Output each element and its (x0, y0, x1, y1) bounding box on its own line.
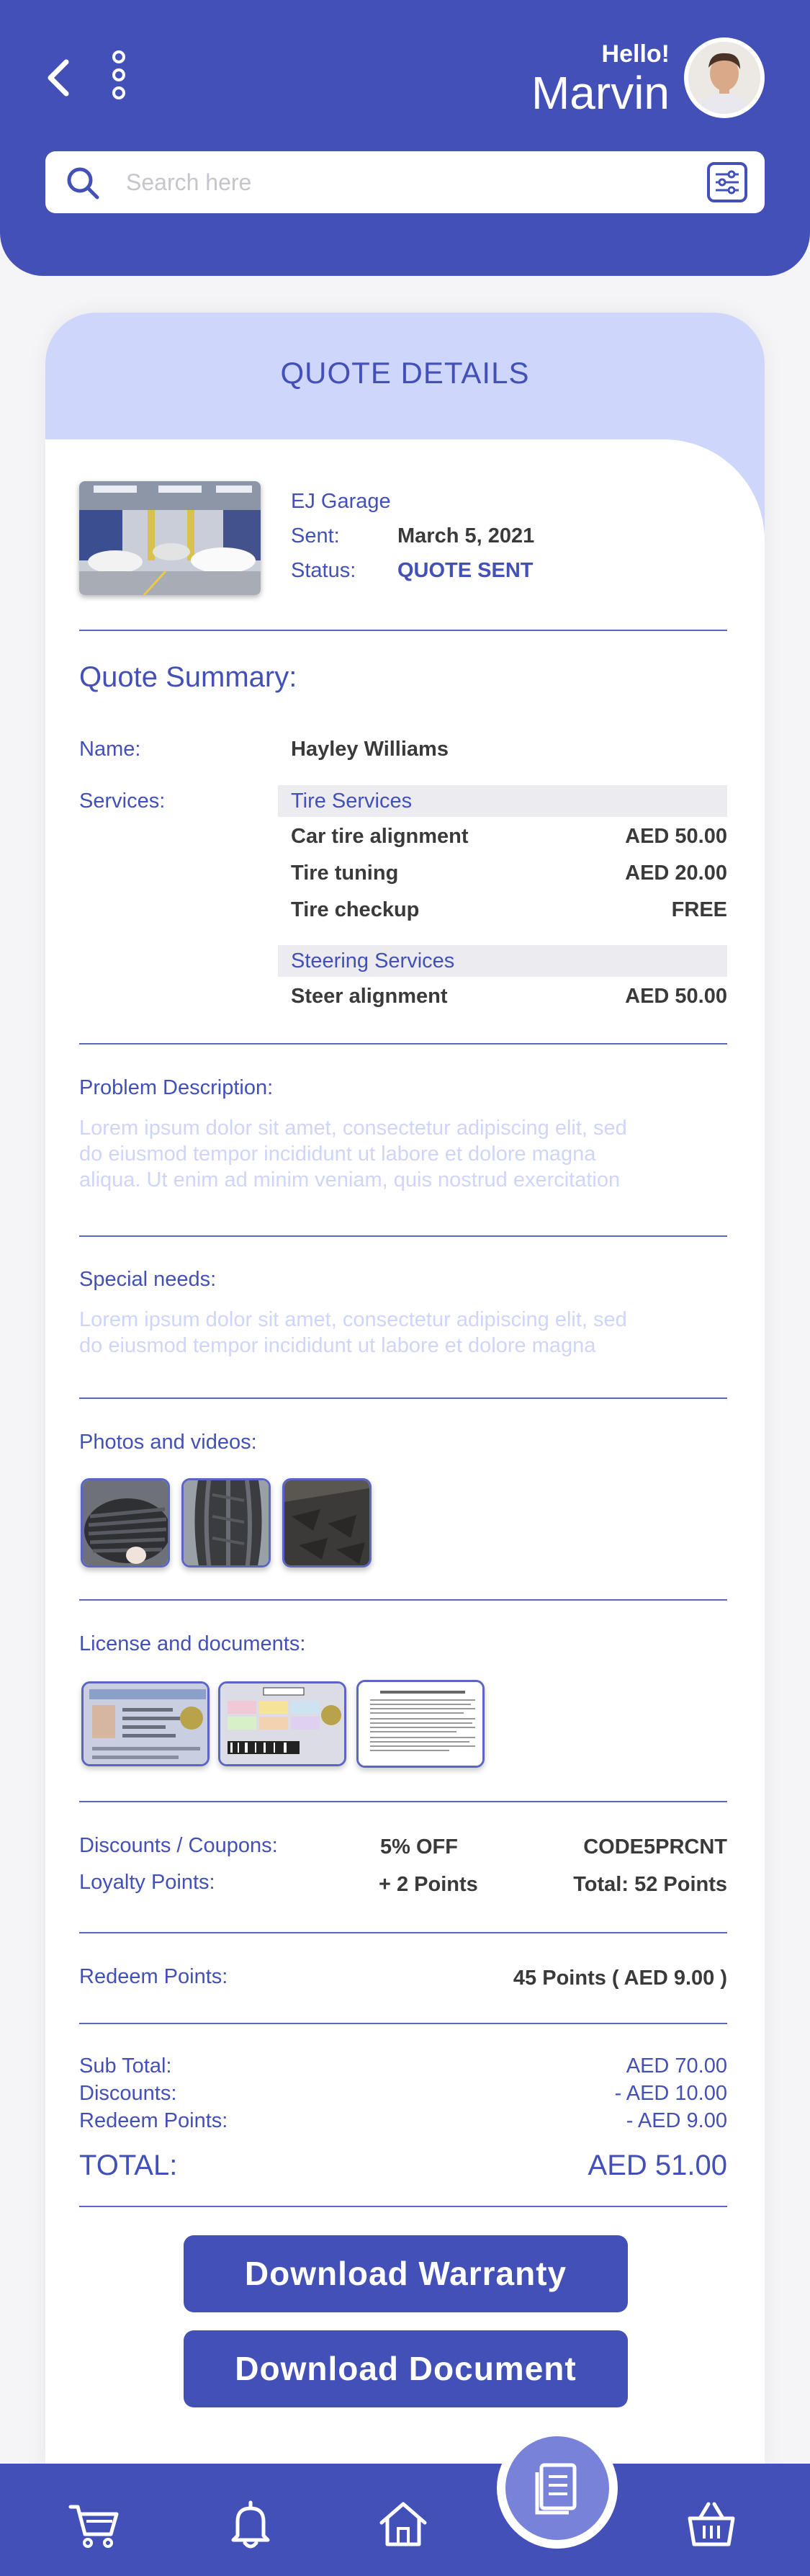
service-name: Tire tuning (291, 862, 399, 885)
divider (79, 2023, 727, 2024)
loyalty-points-label: Loyalty Points: (79, 1871, 215, 1894)
divider (79, 1397, 727, 1399)
divider (79, 1932, 727, 1933)
problem-description-line: Lorem ipsum dolor sit amet, consectetur … (79, 1117, 627, 1140)
redeem-points-value: 45 Points ( AED 9.00 ) (513, 1967, 727, 1990)
service-price: AED 20.00 (625, 862, 727, 885)
user-name: Marvin (531, 67, 670, 119)
special-needs-label: Special needs: (79, 1268, 217, 1291)
loyalty-points-total: Total: 52 Points (573, 1873, 727, 1896)
service-price: FREE (671, 898, 727, 921)
documents-label: License and documents: (79, 1632, 306, 1655)
loyalty-points-earned: + 2 Points (379, 1873, 478, 1896)
home-icon[interactable] (376, 2497, 431, 2552)
redeem-total-value: - AED 9.00 (626, 2109, 727, 2132)
photos-label: Photos and videos: (79, 1431, 257, 1454)
avatar[interactable] (684, 37, 765, 118)
coupon-code: CODE5PRCNT (583, 1835, 727, 1859)
document-icon (535, 2463, 577, 2515)
basket-icon[interactable] (684, 2497, 739, 2552)
subtotal-value: AED 70.00 (626, 2054, 727, 2078)
special-needs-line: do eiusmod tempor incididunt ut labore e… (79, 1334, 596, 1357)
service-name: Steer alignment (291, 985, 448, 1008)
service-name: Tire checkup (291, 898, 420, 921)
service-price: AED 50.00 (625, 985, 727, 1008)
redeem-points-label: Redeem Points: (79, 1965, 228, 1988)
search-bar (45, 151, 765, 213)
greeting: Hello! (601, 40, 670, 68)
problem-description-line: aliqua. Ut enim ad minim veniam, quis no… (79, 1168, 621, 1191)
download-document-button[interactable]: Download Document (184, 2330, 628, 2407)
special-needs-line: Lorem ipsum dolor sit amet, consectetur … (79, 1308, 627, 1331)
photo-thumbnail[interactable] (282, 1478, 372, 1567)
download-warranty-button[interactable]: Download Warranty (184, 2235, 628, 2312)
search-input[interactable] (126, 164, 673, 200)
subtotal-label: Sub Total: (79, 2054, 172, 2078)
problem-description-label: Problem Description: (79, 1076, 274, 1099)
quotes-fab[interactable] (497, 2428, 618, 2549)
more-options-icon[interactable] (108, 50, 130, 108)
app-header: Hello! Marvin (0, 0, 810, 276)
services-label: Services: (79, 790, 166, 813)
discounts-total-label: Discounts: (79, 2082, 177, 2105)
divider (79, 1235, 727, 1237)
status-badge: QUOTE SENT (397, 559, 534, 582)
registration-document[interactable] (218, 1681, 346, 1766)
divider (79, 1801, 727, 1802)
garage-name[interactable]: EJ Garage (291, 490, 391, 514)
photo-thumbnail[interactable] (81, 1478, 170, 1567)
discounts-label: Discounts / Coupons: (79, 1834, 278, 1857)
divider (79, 2206, 727, 2207)
service-price: AED 50.00 (625, 825, 727, 848)
quote-summary-title: Quote Summary: (79, 661, 297, 693)
garage-photo[interactable] (79, 481, 261, 595)
divider (79, 1599, 727, 1601)
total-value: AED 51.00 (588, 2150, 727, 2181)
divider (79, 630, 727, 631)
text-document[interactable] (356, 1680, 485, 1768)
customer-name: Hayley Williams (291, 738, 449, 761)
service-name: Car tire alignment (291, 825, 469, 848)
back-arrow-icon[interactable] (37, 56, 81, 99)
service-group-steering: Steering Services (278, 945, 727, 977)
photo-thumbnail[interactable] (181, 1478, 271, 1567)
name-label: Name: (79, 738, 141, 761)
discounts-total-value: - AED 10.00 (614, 2082, 727, 2105)
service-group-tire: Tire Services (278, 785, 727, 817)
cart-icon[interactable] (66, 2497, 121, 2552)
total-label: TOTAL: (79, 2150, 178, 2181)
divider (79, 1043, 727, 1045)
search-icon[interactable] (64, 164, 102, 202)
sent-date: March 5, 2021 (397, 524, 535, 547)
problem-description-line: do eiusmod tempor incididunt ut labore e… (79, 1142, 596, 1166)
notification-bell-icon[interactable] (223, 2497, 278, 2552)
sent-label: Sent: (291, 524, 340, 547)
card-title: QUOTE DETAILS (280, 356, 530, 390)
license-document[interactable] (81, 1681, 210, 1766)
discount-value: 5% OFF (380, 1835, 458, 1859)
redeem-total-label: Redeem Points: (79, 2109, 228, 2132)
status-label: Status: (291, 559, 356, 582)
filter-icon[interactable] (707, 162, 747, 202)
